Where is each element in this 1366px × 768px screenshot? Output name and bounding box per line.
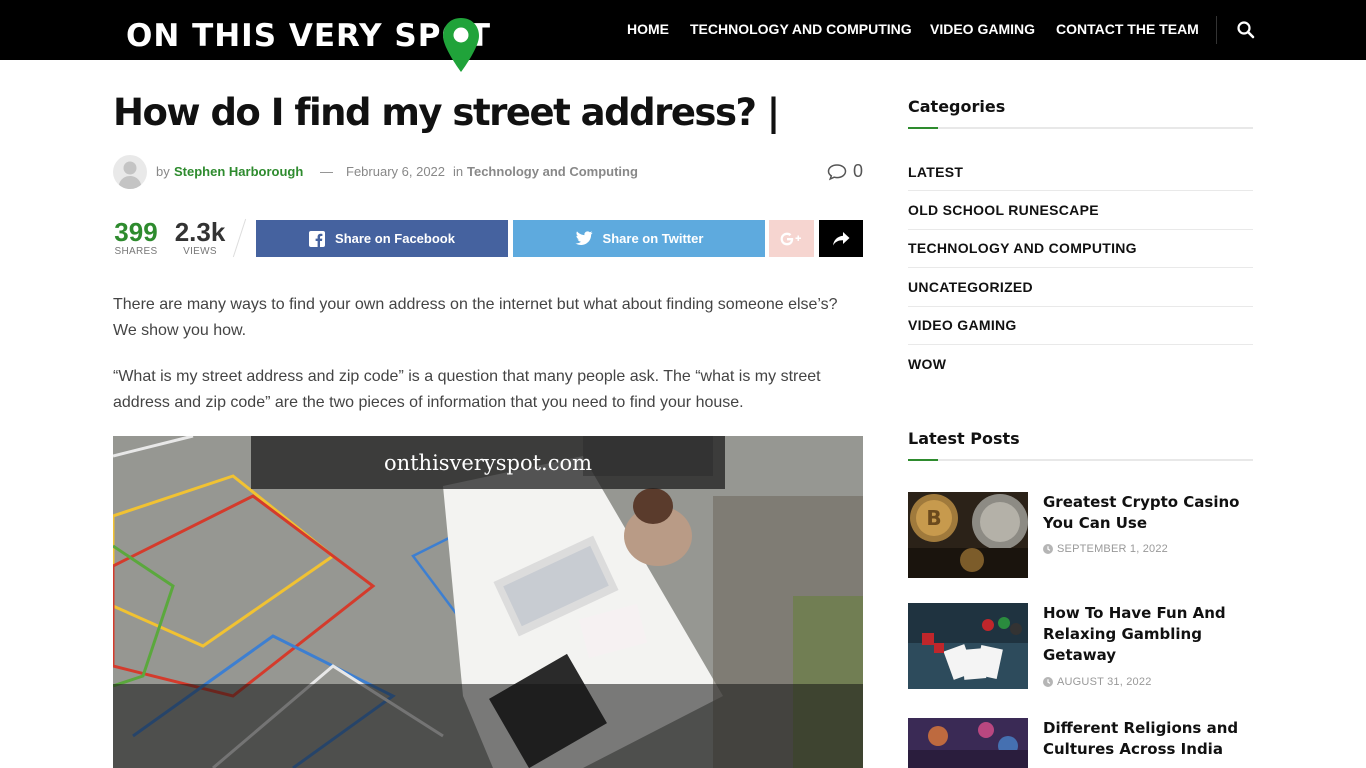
- latest-post-item[interactable]: B Greatest Crypto Casino You Can Use SEP…: [908, 492, 1253, 578]
- category-item-wow[interactable]: WOW: [908, 345, 1253, 383]
- festival-crowd-image: [908, 718, 1028, 768]
- post-thumbnail-crypto[interactable]: B: [908, 492, 1028, 578]
- categories-heading-underline: [908, 127, 1253, 129]
- share-more-button[interactable]: [819, 220, 863, 257]
- shares-stat: 399 SHARES: [113, 218, 159, 258]
- meta-by: by: [156, 164, 170, 179]
- svg-text:B: B: [926, 506, 941, 530]
- categories-list: LATEST OLD SCHOOL RUNESCAPE TECHNOLOGY A…: [908, 153, 1253, 383]
- comment-count-value: 0: [852, 161, 863, 181]
- share-divider: [232, 218, 247, 258]
- latest-posts-heading-underline: [908, 459, 1253, 461]
- category-item-latest[interactable]: LATEST: [908, 153, 1253, 192]
- categories-heading: Categories: [908, 97, 1006, 116]
- clock-icon: [1043, 544, 1053, 554]
- share-google-plus-button[interactable]: [769, 220, 814, 257]
- views-count: 2.3k: [174, 217, 226, 247]
- article-paragraph-1: There are many ways to find your own add…: [113, 296, 838, 339]
- category-item-uncategorized[interactable]: UNCATEGORIZED: [908, 268, 1253, 307]
- meta-in: in: [453, 164, 464, 179]
- category-item-video-gaming[interactable]: VIDEO GAMING: [908, 307, 1253, 345]
- clock-icon: [1043, 677, 1053, 687]
- category-item-technology-and-computing[interactable]: TECHNOLOGY AND COMPUTING: [908, 230, 1253, 269]
- share-facebook-button[interactable]: Share on Facebook: [256, 220, 508, 257]
- shares-label: SHARES: [114, 246, 158, 257]
- image-watermark-banner: onthisveryspot.com: [251, 436, 725, 489]
- share-bar: 399 SHARES 2.3k VIEWS Share on Facebook …: [113, 218, 863, 258]
- image-dark-overlay: [113, 684, 863, 768]
- author-link[interactable]: Stephen Harborough: [174, 164, 303, 179]
- search-icon[interactable]: [1236, 20, 1256, 40]
- comment-count[interactable]: 0: [827, 161, 863, 182]
- logo-text: ON THIS VERY SPOT: [126, 18, 491, 54]
- google-plus-icon: [780, 232, 801, 245]
- article-date[interactable]: February 6, 2022: [346, 164, 445, 179]
- post-title[interactable]: Greatest Crypto Casino You Can Use: [1043, 492, 1243, 534]
- article-featured-image: onthisveryspot.com: [113, 436, 863, 768]
- meta-dash: —: [320, 164, 333, 179]
- nav-contact-the-team[interactable]: CONTACT THE TEAM: [1056, 21, 1199, 37]
- share-facebook-label: Share on Facebook: [335, 231, 455, 246]
- comment-icon: [827, 163, 847, 180]
- facebook-icon: [309, 230, 326, 247]
- post-title[interactable]: Different Religions and Cultures Across …: [1043, 718, 1243, 760]
- share-twitter-label: Share on Twitter: [602, 231, 704, 246]
- nav-technology-and-computing[interactable]: TECHNOLOGY AND COMPUTING: [690, 21, 912, 37]
- shares-count: 399: [114, 217, 158, 247]
- views-stat: 2.3k VIEWS: [171, 218, 229, 258]
- latest-post-item[interactable]: Different Religions and Cultures Across …: [908, 718, 1253, 768]
- post-date: SEPTEMBER 1, 2022: [1043, 543, 1168, 555]
- cards-and-dice-image: [908, 603, 1028, 689]
- views-label: VIEWS: [183, 246, 217, 257]
- post-date: AUGUST 31, 2022: [1043, 676, 1152, 688]
- share-arrow-icon: [833, 231, 850, 245]
- post-thumbnail-india[interactable]: [908, 718, 1028, 768]
- twitter-icon: [575, 231, 593, 245]
- post-title[interactable]: How To Have Fun And Relaxing Gambling Ge…: [1043, 603, 1243, 666]
- category-link[interactable]: Technology and Computing: [467, 164, 638, 179]
- map-pin-icon: [443, 18, 479, 72]
- article-paragraph-2: “What is my street address and zip code”…: [113, 368, 821, 411]
- share-twitter-button[interactable]: Share on Twitter: [513, 220, 765, 257]
- site-logo[interactable]: ON THIS VERY SPOT: [126, 18, 491, 72]
- author-avatar[interactable]: [113, 155, 147, 189]
- latest-post-item[interactable]: How To Have Fun And Relaxing Gambling Ge…: [908, 603, 1253, 689]
- article-title: How do I find my street address? |: [113, 91, 780, 134]
- article-meta: by Stephen Harborough — February 6, 2022…: [113, 155, 863, 189]
- post-date-text: AUGUST 31, 2022: [1057, 676, 1152, 688]
- nav-divider: [1216, 16, 1217, 44]
- nav-video-gaming[interactable]: VIDEO GAMING: [930, 21, 1035, 37]
- category-item-old-school-runescape[interactable]: OLD SCHOOL RUNESCAPE: [908, 191, 1253, 230]
- post-thumbnail-gambling[interactable]: [908, 603, 1028, 689]
- user-silhouette-icon: [118, 161, 142, 189]
- site-header: ON THIS VERY SPOT HOME TECHNOLOGY AND CO…: [0, 0, 1366, 72]
- post-date-text: SEPTEMBER 1, 2022: [1057, 543, 1169, 555]
- crypto-coins-image: B: [908, 492, 1028, 578]
- nav-home[interactable]: HOME: [627, 21, 669, 37]
- latest-posts-heading: Latest Posts: [908, 429, 1020, 448]
